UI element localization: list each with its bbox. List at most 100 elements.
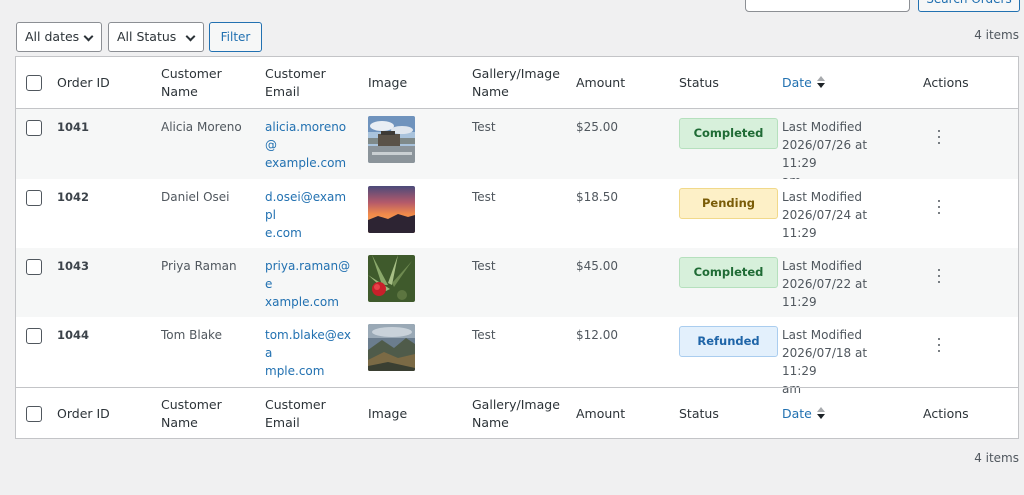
- date-line: Last Modified: [782, 328, 863, 342]
- date-line: 2026/07/24 at 11:29: [782, 208, 868, 240]
- customer-name: Alicia Moreno: [161, 120, 242, 134]
- column-actions: Actions: [923, 406, 969, 421]
- column-label-line: Email: [265, 84, 300, 99]
- date-line: Last Modified: [782, 190, 863, 204]
- column-date-label: Date: [782, 75, 812, 90]
- gallery-name: Test: [472, 259, 496, 273]
- column-date-sort[interactable]: Date: [782, 74, 825, 92]
- dates-filter-select[interactable]: All dates: [16, 22, 102, 52]
- search-input[interactable]: [745, 0, 910, 12]
- column-date-label: Date: [782, 406, 812, 421]
- column-amount: Amount: [576, 406, 626, 421]
- date-line: 2026/07/22 at 11:29: [782, 277, 868, 309]
- column-customer-email: Customer Email: [265, 65, 326, 101]
- status-badge: Pending: [679, 188, 778, 219]
- order-id: 1044: [57, 328, 90, 342]
- more-actions-icon[interactable]: [937, 269, 941, 283]
- column-label-line: Gallery/Image: [472, 66, 560, 81]
- order-id: 1043: [57, 259, 90, 273]
- column-label-line: Name: [161, 84, 198, 99]
- select-all-checkbox-footer[interactable]: [26, 406, 42, 422]
- chevron-down-icon: [83, 31, 94, 42]
- order-id: 1042: [57, 190, 90, 204]
- column-gallery: Gallery/Image Name: [472, 65, 560, 101]
- email-line: priya.raman@e: [265, 259, 351, 291]
- table-row: 1041 Alicia Moreno alicia.moreno@ exampl…: [16, 109, 1018, 188]
- status-filter-value: All Status: [117, 29, 177, 44]
- row-checkbox[interactable]: [26, 259, 42, 275]
- column-actions: Actions: [923, 75, 969, 90]
- email-line: example.com: [265, 156, 347, 170]
- column-gallery: Gallery/Image Name: [472, 396, 560, 432]
- email-line: mple.com: [265, 364, 325, 378]
- email-line: alicia.moreno@: [265, 120, 347, 152]
- select-all-checkbox[interactable]: [26, 75, 42, 91]
- gallery-name: Test: [472, 190, 496, 204]
- order-image-thumbnail[interactable]: [368, 324, 415, 371]
- column-label-line: Customer: [265, 66, 326, 81]
- column-customer-name: Customer Name: [161, 65, 222, 101]
- gallery-name: Test: [472, 328, 496, 342]
- customer-email-link[interactable]: d.osei@exampl e.com: [265, 188, 353, 242]
- column-label-line: Customer: [161, 66, 222, 81]
- column-status: Status: [679, 75, 719, 90]
- column-date-sort[interactable]: Date: [782, 405, 825, 423]
- table-header: Order ID Customer Name Customer Email Im…: [16, 57, 1018, 109]
- status-badge: Refunded: [679, 326, 778, 357]
- customer-name: Daniel Osei: [161, 190, 230, 204]
- row-checkbox[interactable]: [26, 190, 42, 206]
- sunset-photo-icon: [368, 186, 415, 233]
- harbor-photo-icon: [368, 116, 415, 163]
- column-label-line: Gallery/Image: [472, 397, 560, 412]
- customer-email-link[interactable]: priya.raman@e xample.com: [265, 257, 353, 311]
- table-row: 1043 Priya Raman priya.raman@e xample.co…: [16, 248, 1018, 327]
- date-line: 2026/07/26 at 11:29: [782, 138, 868, 170]
- order-image-thumbnail[interactable]: [368, 186, 415, 233]
- item-count: 4 items: [974, 28, 1019, 42]
- column-label-line: Email: [265, 415, 300, 430]
- orders-table: Order ID Customer Name Customer Email Im…: [15, 56, 1019, 439]
- table-footer: Order ID Customer Name Customer Email Im…: [16, 387, 1018, 439]
- column-order-id: Order ID: [57, 75, 110, 90]
- status-filter-select[interactable]: All Status: [108, 22, 204, 52]
- customer-email-link[interactable]: tom.blake@exa mple.com: [265, 326, 353, 380]
- customer-name: Tom Blake: [161, 328, 222, 342]
- dates-filter-value: All dates: [25, 29, 80, 44]
- date-line: 2026/07/18 at 11:29: [782, 346, 868, 378]
- more-actions-icon[interactable]: [937, 338, 941, 352]
- sort-icon: [816, 76, 825, 88]
- column-label-line: Customer: [265, 397, 326, 412]
- table-row: 1042 Daniel Osei d.osei@exampl e.com Tes…: [16, 179, 1018, 258]
- more-actions-icon[interactable]: [937, 130, 941, 144]
- column-image: Image: [368, 75, 408, 90]
- row-checkbox[interactable]: [26, 120, 42, 136]
- column-customer-name: Customer Name: [161, 396, 222, 432]
- order-image-thumbnail[interactable]: [368, 116, 415, 163]
- mountain-photo-icon: [368, 324, 415, 371]
- column-customer-email: Customer Email: [265, 396, 326, 432]
- tablenav-top: All dates All Status Filter 4 items: [16, 22, 1019, 52]
- gallery-name: Test: [472, 120, 496, 134]
- filter-button[interactable]: Filter: [209, 22, 262, 52]
- date-line: Last Modified: [782, 120, 863, 134]
- amount: $18.50: [576, 190, 618, 204]
- item-count-bottom: 4 items: [974, 451, 1019, 465]
- amount: $25.00: [576, 120, 618, 134]
- amount: $12.00: [576, 328, 618, 342]
- column-label-line: Name: [472, 84, 509, 99]
- date-line: Last Modified: [782, 259, 863, 273]
- search-orders-button[interactable]: Search Orders: [918, 0, 1020, 12]
- column-label-line: Customer: [161, 397, 222, 412]
- row-checkbox[interactable]: [26, 328, 42, 344]
- customer-email-link[interactable]: alicia.moreno@ example.com: [265, 118, 353, 172]
- customer-name: Priya Raman: [161, 259, 237, 273]
- email-line: d.osei@exampl: [265, 190, 347, 222]
- column-status: Status: [679, 406, 719, 421]
- status-badge: Completed: [679, 118, 778, 149]
- email-line: tom.blake@exa: [265, 328, 352, 360]
- column-order-id: Order ID: [57, 406, 110, 421]
- more-actions-icon[interactable]: [937, 200, 941, 214]
- status-badge: Completed: [679, 257, 778, 288]
- email-line: xample.com: [265, 295, 339, 309]
- order-image-thumbnail[interactable]: [368, 255, 415, 302]
